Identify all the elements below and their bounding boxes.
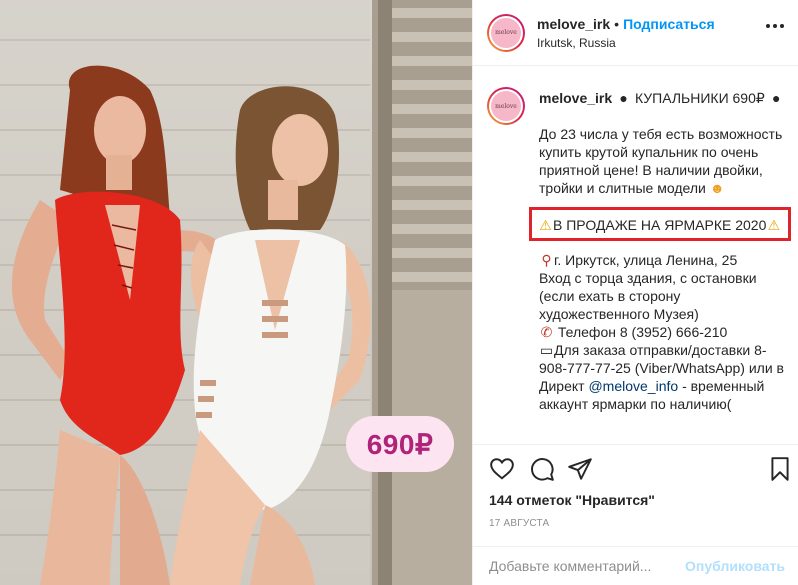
pin-icon: ⚲ bbox=[541, 252, 552, 268]
avatar-logo: melove bbox=[491, 17, 521, 48]
phone-icon: ✆ bbox=[540, 324, 553, 340]
caption-title: КУПАЛЬНИКИ 690₽ bbox=[634, 90, 765, 106]
caption-section: melove melove_irk ● КУПАЛЬНИКИ 690₽ ● До… bbox=[473, 67, 798, 445]
price-badge: 690₽ bbox=[346, 416, 454, 472]
follow-button[interactable]: Подписаться bbox=[623, 16, 715, 32]
bomb-emoji-icon: ● bbox=[771, 90, 781, 106]
post-photo[interactable]: 690₽ bbox=[0, 0, 472, 585]
fair-sale-highlight: ⚠В ПРОДАЖЕ НА ЯРМАРКЕ 2020⚠ bbox=[529, 207, 791, 241]
post-details-panel: melove melove_irk • Подписаться Irkutsk,… bbox=[472, 0, 798, 585]
comment-bar: Опубликовать bbox=[473, 546, 798, 585]
publish-button[interactable]: Опубликовать bbox=[685, 558, 785, 574]
address-text: г. Иркутск, улица Ленина, 25 bbox=[554, 252, 738, 268]
caption-text: melove_irk ● КУПАЛЬНИКИ 690₽ ● До 23 чис… bbox=[529, 89, 791, 413]
caption-avatar[interactable]: melove bbox=[487, 87, 525, 125]
heart-eyes-emoji-icon: ☻ bbox=[709, 180, 725, 196]
likes-count[interactable]: 144 отметок "Нравится" bbox=[489, 492, 655, 508]
location-link[interactable]: Irkutsk, Russia bbox=[537, 36, 715, 50]
separator-dot: • bbox=[614, 15, 620, 32]
caption-username[interactable]: melove_irk bbox=[539, 90, 612, 106]
photo-scene bbox=[0, 0, 472, 585]
more-options-icon[interactable] bbox=[766, 24, 784, 28]
phone-text: Телефон 8 (3952) 666-210 bbox=[557, 324, 728, 340]
mention-link[interactable]: @melove_info bbox=[588, 378, 678, 394]
comment-icon[interactable] bbox=[529, 456, 555, 482]
warning-icon: ⚠ bbox=[539, 217, 552, 233]
like-heart-icon[interactable] bbox=[489, 456, 515, 482]
window-shutter bbox=[372, 0, 472, 585]
post-date[interactable]: 17 АВГУСТА bbox=[489, 518, 549, 529]
caption-paragraph: До 23 числа у тебя есть возможность купи… bbox=[539, 126, 783, 196]
comment-input[interactable] bbox=[489, 558, 686, 574]
share-direct-icon[interactable] bbox=[567, 456, 593, 482]
avatar-logo: melove bbox=[491, 91, 521, 121]
post-header: melove melove_irk • Подписаться Irkutsk,… bbox=[473, 0, 798, 66]
username-link[interactable]: melove_irk bbox=[537, 16, 610, 32]
laptop-icon: ▭ bbox=[539, 342, 554, 358]
warning-icon: ⚠ bbox=[767, 217, 781, 233]
bomb-emoji-icon: ● bbox=[619, 90, 628, 106]
fair-sale-text: В ПРОДАЖЕ НА ЯРМАРКЕ 2020 bbox=[553, 217, 767, 233]
post-actions bbox=[473, 456, 798, 486]
entrance-text: Вход с торца здания, с остановки (если е… bbox=[539, 270, 757, 322]
avatar[interactable]: melove bbox=[487, 13, 525, 52]
save-bookmark-icon[interactable] bbox=[767, 456, 793, 482]
